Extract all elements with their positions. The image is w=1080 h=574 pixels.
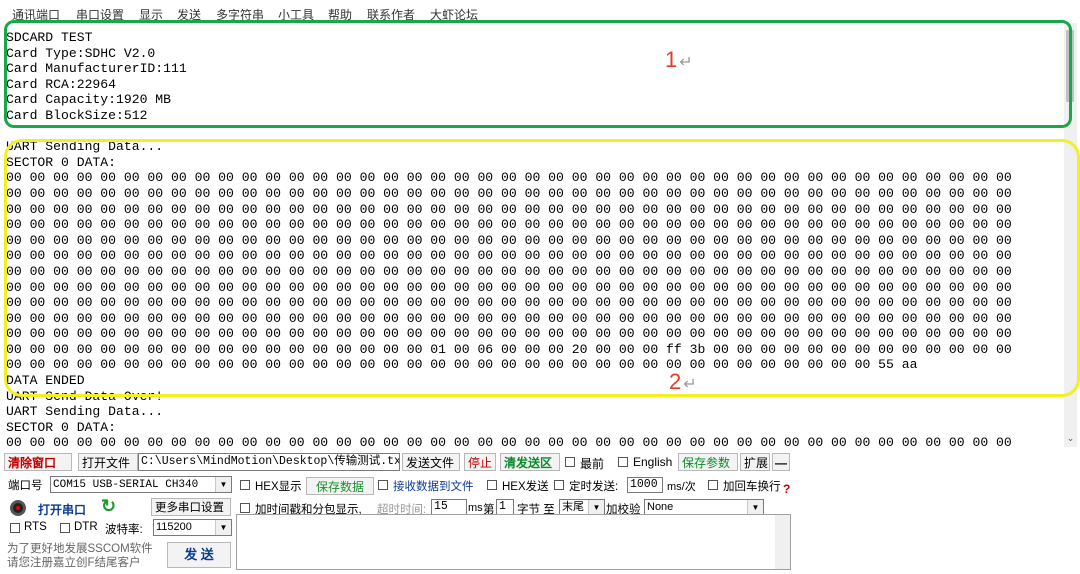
highlight-box-card-info: [4, 20, 1072, 128]
refresh-icon[interactable]: ↻: [101, 496, 116, 517]
send-button[interactable]: 发 送: [167, 542, 231, 568]
topmost-checkbox[interactable]: [565, 457, 575, 467]
save-params-button[interactable]: 保存参数: [678, 453, 738, 471]
rts-label: RTS: [24, 521, 47, 533]
timed-send-label: 定时发送:: [569, 481, 619, 493]
menu-item[interactable]: 发送: [177, 6, 201, 20]
timestamp-checkbox[interactable]: [240, 503, 250, 513]
timeout-unit-label: ms: [468, 502, 483, 514]
return-mark-icon: ↵: [683, 376, 697, 393]
add-crlf-label: 加回车换行: [723, 481, 781, 493]
topmost-label: 最前: [580, 457, 605, 471]
hex-display-label: HEX显示: [255, 481, 302, 493]
port-status-icon: [10, 500, 26, 516]
menu-item[interactable]: 帮助: [328, 6, 352, 20]
recv-to-file-label[interactable]: 接收数据到文件: [393, 478, 474, 494]
port-select-value: COM15 USB-SERIAL CH340: [53, 479, 199, 491]
save-data-button[interactable]: 保存数据: [306, 477, 374, 495]
menu-item[interactable]: 串口设置: [76, 6, 124, 20]
collapse-button[interactable]: —: [772, 453, 790, 471]
scroll-down-arrow-icon[interactable]: ⌄: [1064, 433, 1077, 445]
return-mark-icon: ↵: [679, 54, 693, 71]
menu-item[interactable]: 多字符串: [216, 6, 264, 20]
menu-bar: 通讯端口 串口设置 显示 发送 多字符串 小工具 帮助 联系作者 大虾论坛: [0, 0, 1080, 20]
clear-window-button[interactable]: 清除窗口: [4, 453, 72, 471]
help-question-icon[interactable]: ?: [783, 482, 790, 496]
menu-item[interactable]: 显示: [139, 6, 163, 20]
terminal-line: UART Sending Data...: [6, 404, 164, 420]
chevron-down-icon: ▼: [588, 500, 604, 515]
byte-start-input[interactable]: 1: [496, 499, 514, 515]
send-text-area[interactable]: [236, 514, 791, 570]
byte-end-value: 末尾: [562, 501, 584, 513]
english-label: English: [633, 455, 673, 469]
promo-line-2: 请您注册嘉立创F结尾客户: [7, 557, 141, 569]
baud-select-value: 115200: [156, 521, 192, 533]
hex-send-label: HEX发送: [502, 481, 549, 493]
file-toolbar: 清除窗口 打开文件 C:\Users\MindMotion\Desktop\传输…: [4, 451, 1064, 472]
menu-item[interactable]: 大虾论坛: [430, 6, 478, 20]
open-port-button[interactable]: 打开串口: [38, 501, 86, 518]
chevron-down-icon: ▼: [215, 477, 231, 492]
checksum-value: None: [647, 501, 674, 513]
highlight-box-sector-data: [4, 139, 1080, 397]
open-file-button[interactable]: 打开文件: [78, 453, 138, 471]
menu-item[interactable]: 通讯端口: [12, 6, 60, 20]
annotation-label-1: 1 ↵: [665, 47, 693, 72]
terminal-line: 00 00 00 00 00 00 00 00 00 00 00 00 00 0…: [6, 435, 1012, 447]
interval-unit-label: ms/次: [667, 481, 696, 493]
stop-button[interactable]: 停止: [464, 453, 496, 471]
hex-display-checkbox[interactable]: [240, 480, 250, 490]
interval-input[interactable]: 1000: [627, 477, 663, 493]
chevron-down-icon: ▼: [747, 500, 763, 515]
file-path-input[interactable]: C:\Users\MindMotion\Desktop\传输测试.txt: [138, 453, 400, 471]
terminal-line: SECTOR 0 DATA:: [6, 419, 117, 435]
timeout-input[interactable]: 15: [431, 499, 467, 515]
dtr-checkbox[interactable]: [60, 523, 70, 533]
port-select[interactable]: COM15 USB-SERIAL CH340 ▼: [50, 476, 232, 493]
menu-item[interactable]: 小工具: [278, 6, 314, 20]
clear-send-button[interactable]: 清发送区: [500, 453, 560, 471]
english-checkbox[interactable]: [618, 457, 628, 467]
more-port-settings-button[interactable]: 更多串口设置: [151, 498, 231, 516]
control-panel: 端口号 COM15 USB-SERIAL CH340 ▼ 打开串口 ↻ 更多串口…: [4, 474, 1064, 572]
rts-checkbox[interactable]: [10, 523, 20, 533]
port-label: 端口号: [8, 480, 43, 492]
baud-select[interactable]: 115200 ▼: [153, 519, 232, 536]
send-file-button[interactable]: 发送文件: [402, 453, 460, 471]
annotation-label-2: 2 ↵: [669, 369, 697, 394]
send-area-scrollbar[interactable]: [775, 515, 790, 569]
chevron-down-icon: ▼: [215, 520, 231, 535]
add-crlf-checkbox[interactable]: [708, 480, 718, 490]
recv-to-file-checkbox[interactable]: [378, 480, 388, 490]
timed-send-checkbox[interactable]: [554, 480, 564, 490]
expand-button[interactable]: 扩展: [740, 453, 770, 471]
promo-line-1: 为了更好地发展SSCOM软件: [7, 543, 153, 555]
menu-item[interactable]: 联系作者: [367, 6, 415, 20]
dtr-label: DTR: [74, 521, 98, 533]
hex-send-checkbox[interactable]: [487, 480, 497, 490]
baud-label: 波特率:: [105, 524, 143, 536]
promo-text: 为了更好地发展SSCOM软件 请您注册嘉立创F结尾客户: [7, 542, 153, 570]
